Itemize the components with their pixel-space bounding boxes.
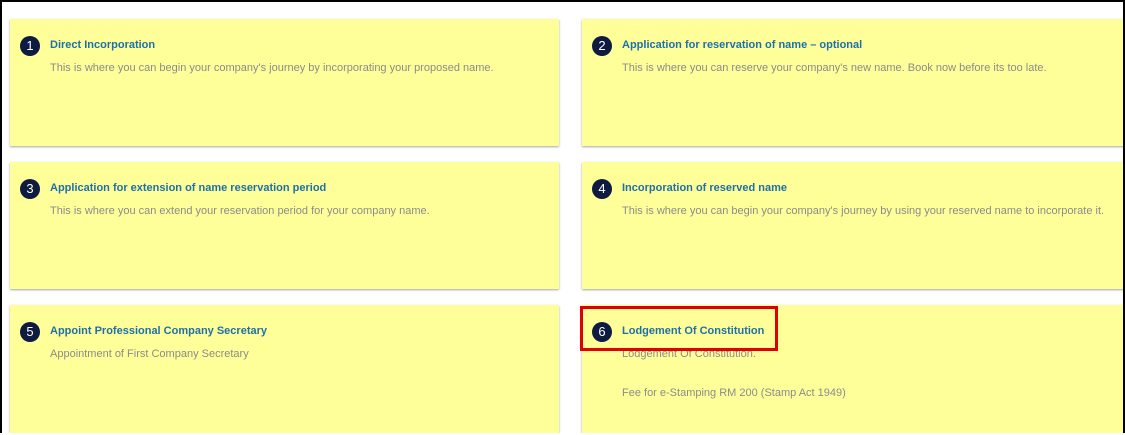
card-title[interactable]: Application for reservation of name – op… [622, 39, 862, 51]
step-number-badge: 1 [20, 36, 40, 56]
service-card-grid: 1 Direct Incorporation This is where you… [0, 0, 1125, 433]
card-extension-name-reservation[interactable]: 3 Application for extension of name rese… [10, 162, 559, 289]
card-description: This is where you can begin your company… [622, 205, 1105, 217]
card-description: Appointment of First Company Secretary [50, 348, 249, 360]
card-title[interactable]: Appoint Professional Company Secretary [50, 325, 267, 337]
step-number-badge: 2 [592, 36, 612, 56]
card-title[interactable]: Direct Incorporation [50, 39, 155, 51]
card-name-reservation[interactable]: 2 Application for reservation of name – … [582, 19, 1123, 146]
step-number-badge: 4 [592, 179, 612, 199]
card-title[interactable]: Application for extension of name reserv… [50, 182, 326, 194]
card-description: This is where you can begin your company… [50, 62, 494, 74]
card-appoint-company-secretary[interactable]: 5 Appoint Professional Company Secretary… [10, 305, 559, 433]
step-number-badge: 5 [20, 322, 40, 342]
card-direct-incorporation[interactable]: 1 Direct Incorporation This is where you… [10, 19, 559, 146]
card-lodgement-of-constitution[interactable]: 6 Lodgement Of Constitution Lodgement Of… [582, 305, 1123, 433]
card-description: This is where you can reserve your compa… [622, 62, 1047, 74]
card-description: This is where you can extend your reserv… [50, 205, 430, 217]
card-fee-note: Fee for e-Stamping RM 200 (Stamp Act 194… [622, 387, 846, 399]
step-number-badge: 6 [592, 322, 612, 342]
step-number-badge: 3 [20, 179, 40, 199]
card-title[interactable]: Lodgement Of Constitution [622, 325, 764, 337]
card-description: Lodgement Of Constitution. [622, 348, 756, 360]
card-incorporation-reserved-name[interactable]: 4 Incorporation of reserved name This is… [582, 162, 1123, 289]
card-title[interactable]: Incorporation of reserved name [622, 182, 787, 194]
